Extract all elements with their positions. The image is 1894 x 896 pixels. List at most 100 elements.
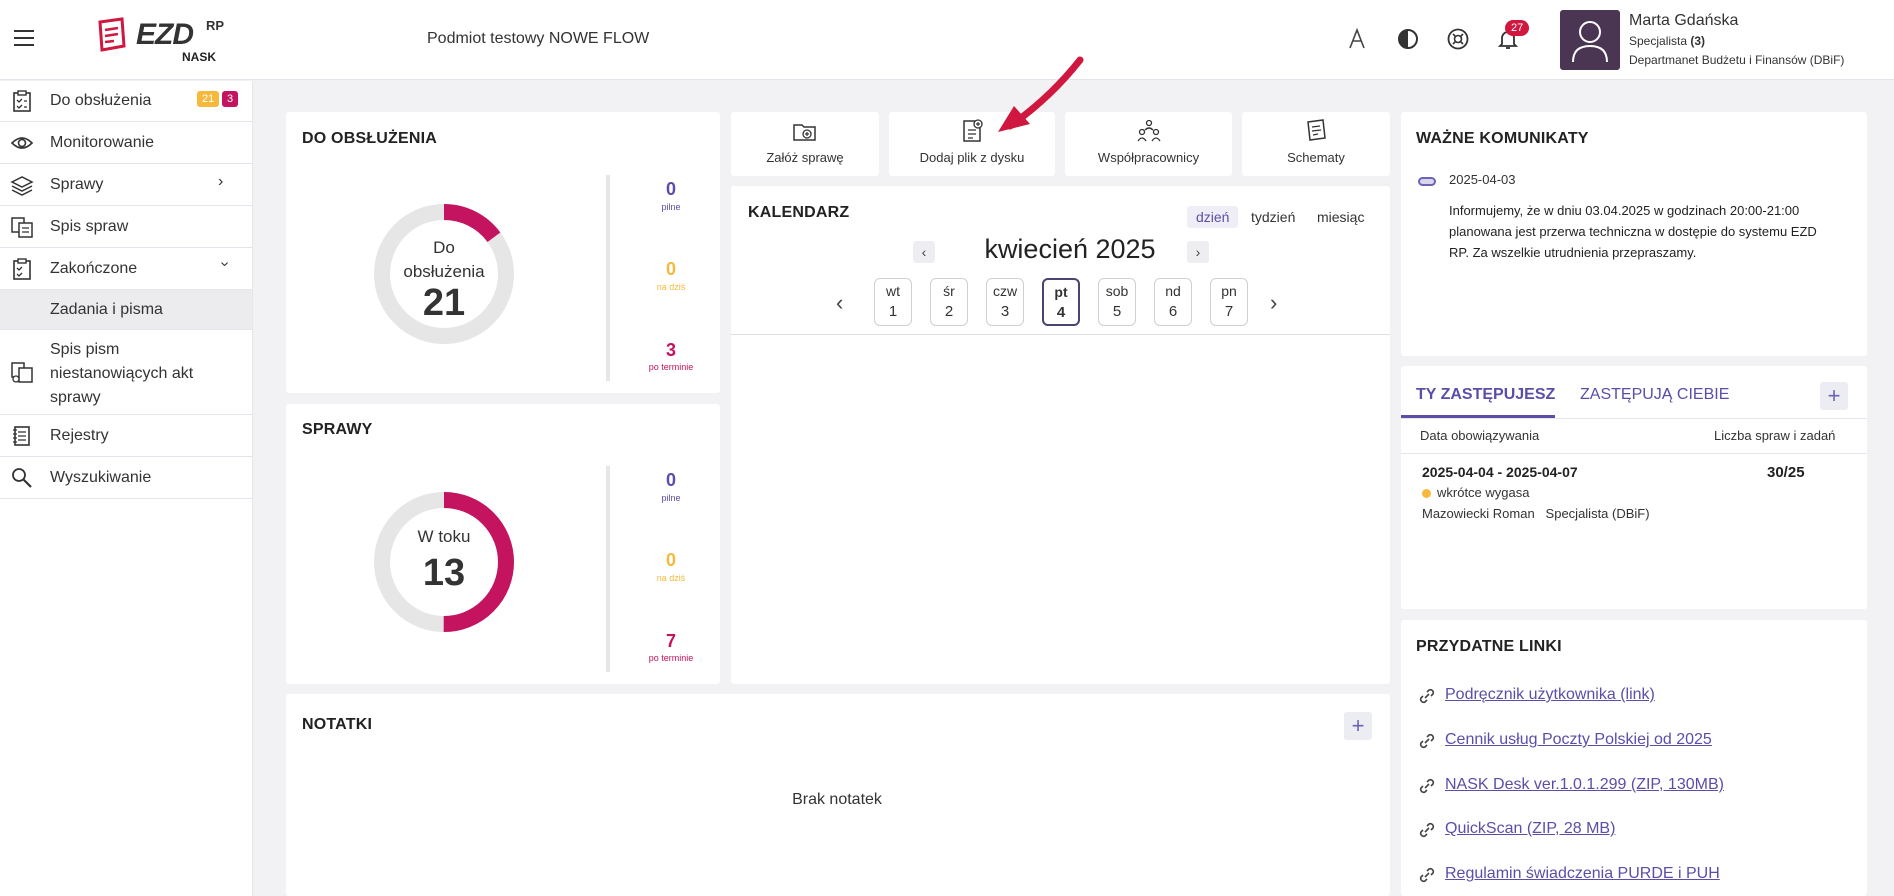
stat-overdue-value[interactable]: 3 [631, 340, 711, 361]
files-icon [11, 217, 33, 238]
stat-urgent-value[interactable]: 0 [631, 179, 711, 200]
entity-name[interactable]: Podmiot testowy NOWE FLOW [427, 30, 649, 48]
sidebar-item-label: Wyszukiwanie [50, 469, 152, 486]
day-number: 3 [1000, 303, 1010, 320]
day-number: 7 [1224, 303, 1234, 320]
notatki-empty: Brak notatek [792, 791, 882, 808]
link-item[interactable]: Podręcznik użytkownika (link) [1445, 686, 1655, 704]
calendar-divider [731, 334, 1390, 335]
hamburger-menu-icon[interactable] [14, 30, 34, 46]
stat-today-value[interactable]: 0 [631, 259, 711, 280]
day-name: nd [1165, 283, 1181, 299]
sprawy-total: 13 [422, 552, 466, 594]
prev-days-arrow-icon[interactable]: ‹ [836, 290, 843, 316]
sidebar-badge-overdue: 3 [222, 91, 239, 107]
day-name: pn [1221, 283, 1237, 299]
day-name: czw [992, 283, 1018, 299]
notification-badge[interactable]: 27 [1505, 20, 1530, 36]
sidebar-item-label: Do obsłużenia [50, 92, 152, 109]
sidebar-item-label: Rejestry [50, 427, 109, 444]
quick-label: Załóż sprawę [766, 150, 844, 165]
message-type-icon [1418, 177, 1436, 186]
calendar-day[interactable]: śr 2 [930, 278, 968, 326]
quick-schematy[interactable]: Schematy [1242, 112, 1390, 176]
calendar-day[interactable]: sob 5 [1098, 278, 1136, 326]
sidebar-item-wyszukiwanie[interactable]: Wyszukiwanie [0, 457, 252, 499]
link-item[interactable]: QuickScan (ZIP, 28 MB) [1445, 820, 1615, 838]
link-icon [1419, 688, 1435, 704]
sidebar-item-label: Zakończone [50, 260, 138, 277]
calendar-month: kwiecień 2025 [984, 234, 1156, 264]
komunikat-text: Informujemy, że w dniu 03.04.2025 w godz… [1449, 203, 1817, 260]
calendar-day[interactable]: czw 3 [986, 278, 1024, 326]
sidebar-item-spis-pism[interactable]: Spis pism niestanowiących akt sprawy [0, 330, 252, 415]
sidebar-item-zakonczone[interactable]: Zakończone › [0, 248, 252, 290]
sidebar-item-monitorowanie[interactable]: Monitorowanie [0, 122, 252, 164]
calendar-day-selected[interactable]: pt 4 [1042, 278, 1080, 326]
settings-icon[interactable] [1445, 26, 1471, 52]
quick-zaloz-sprawe[interactable]: Załóż sprawę [731, 112, 879, 176]
notatki-title: NOTATKI [302, 716, 373, 733]
tab-ty-zastepujesz[interactable]: TY ZASTĘPUJESZ [1416, 386, 1555, 404]
stat-overdue-label: po terminie [648, 653, 694, 663]
substitution-person: Mazowiecki Roman Specjalista (DBiF) [1422, 506, 1650, 521]
contrast-icon[interactable] [1395, 26, 1421, 52]
link-icon [1419, 778, 1435, 794]
tab-zastepuja-ciebie[interactable]: ZASTĘPUJĄ CIEBIE [1580, 386, 1729, 404]
substitution-count[interactable]: 30/25 [1767, 464, 1805, 481]
substitution-dates[interactable]: 2025-04-04 - 2025-04-07 [1422, 464, 1578, 480]
avatar[interactable] [1560, 10, 1620, 70]
separator [606, 175, 610, 381]
add-substitution-button[interactable]: + [1820, 382, 1848, 410]
link-item[interactable]: Cennik usług Poczty Polskiej od 2025 [1445, 731, 1712, 749]
stat-overdue-label: po terminie [648, 362, 694, 372]
day-name: wt [886, 283, 900, 299]
sidebar-item-sprawy[interactable]: Sprawy › [0, 164, 252, 206]
quick-wspolpracownicy[interactable]: Współpracownicy [1065, 112, 1232, 176]
calendar-day[interactable]: pn 7 [1210, 278, 1248, 326]
sidebar-item-do-obsluzenia[interactable]: Do obsłużenia 21 3 [0, 81, 252, 122]
link-item[interactable]: NASK Desk ver.1.0.1.299 (ZIP, 130MB) [1445, 776, 1724, 794]
user-name[interactable]: Marta Gdańska [1629, 12, 1738, 30]
annotation-arrow-icon [998, 56, 1084, 132]
sidebar-item-label: Spis pism niestanowiących akt sprawy [50, 341, 194, 406]
calendar-day[interactable]: wt 1 [874, 278, 912, 326]
prev-month-button[interactable]: ‹ [913, 241, 935, 263]
next-month-button[interactable]: › [1187, 241, 1209, 263]
tab-tydzien[interactable]: tydzień [1242, 206, 1304, 228]
donut-label-line2: obsłużenia [403, 262, 485, 281]
do-obsluzenia-title: DO OBSŁUŻENIA [302, 130, 438, 147]
sprawy-title: SPRAWY [302, 421, 373, 438]
status-dot-icon [1422, 489, 1431, 498]
calendar-day[interactable]: nd 6 [1154, 278, 1192, 326]
sidebar-item-zadania-i-pisma[interactable]: Zadania i pisma [0, 290, 252, 330]
clipboard-done-icon [13, 258, 31, 280]
sidebar-badge-count: 21 [197, 91, 220, 107]
separator [606, 466, 610, 672]
link-item[interactable]: Regulamin świadczenia PURDE i PUH [1445, 865, 1720, 883]
stat-today-value[interactable]: 0 [631, 550, 711, 571]
add-note-button[interactable]: + [1344, 712, 1372, 740]
sidebar-item-rejestry[interactable]: Rejestry [0, 415, 252, 457]
user-icon [1572, 21, 1608, 63]
ezd-logo[interactable]: EZD RP NASK [94, 16, 234, 66]
sprawy-donut-label: W toku [417, 527, 471, 546]
register-icon [13, 426, 30, 446]
user-role-label: Specjalista [1629, 34, 1691, 48]
day-number: 1 [888, 303, 898, 320]
next-days-arrow-icon[interactable]: › [1270, 290, 1277, 316]
logo-mark-icon [98, 17, 126, 52]
stat-urgent-value[interactable]: 0 [631, 470, 711, 491]
clipboard-check-icon [13, 90, 31, 112]
stat-today-label: na dziś [656, 282, 686, 292]
font-size-icon[interactable] [1344, 26, 1370, 52]
tab-dzien[interactable]: dzień [1187, 206, 1239, 228]
stat-overdue-value[interactable]: 7 [631, 631, 711, 652]
user-department: Departmanet Budżetu i Finansów (DBiF) [1629, 53, 1845, 67]
day-name: sob [1105, 283, 1129, 299]
eye-icon [10, 137, 34, 149]
tab-miesiac[interactable]: miesiąc [1308, 206, 1373, 228]
sidebar-item-spis-spraw[interactable]: Spis spraw [0, 206, 252, 248]
header-divider [1401, 453, 1867, 454]
stat-today-label: na dziś [656, 573, 686, 583]
